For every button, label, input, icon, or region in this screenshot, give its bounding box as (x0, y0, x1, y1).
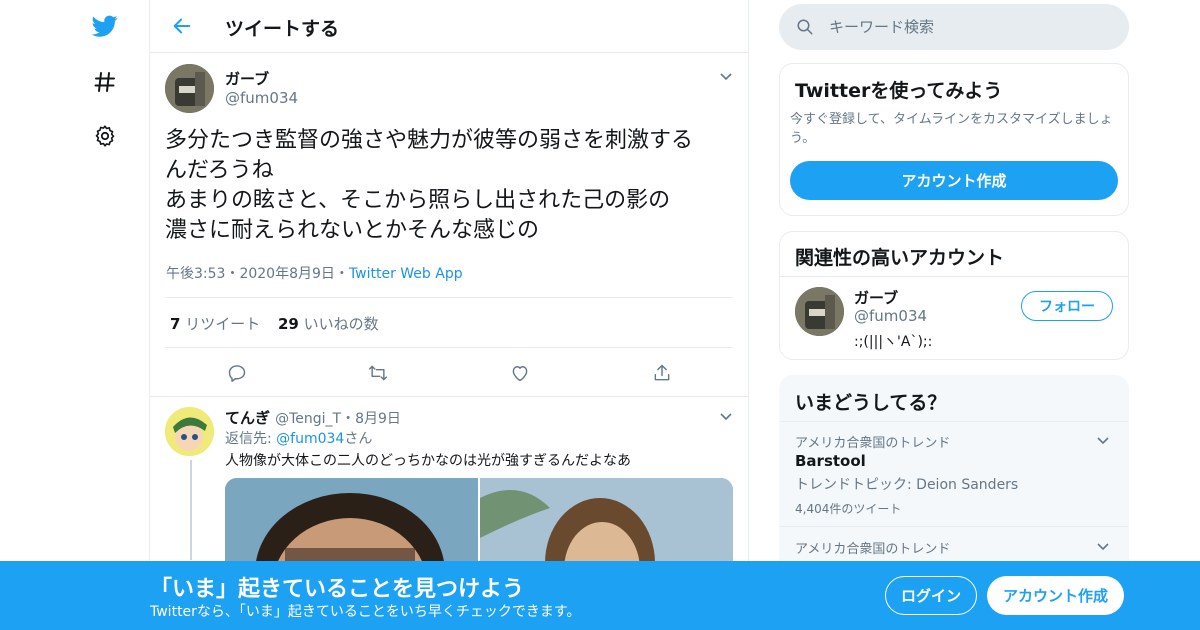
reply-to-handle-link[interactable]: @fum034 (276, 431, 344, 447)
reply-icon[interactable] (224, 360, 250, 386)
retweet-icon[interactable] (365, 360, 391, 386)
like-count-value: 29 (278, 315, 299, 333)
related-account-bio: :;(|||ヽ'A`);: (854, 334, 933, 350)
banner-signup-button[interactable]: アカウント作成 (987, 576, 1124, 615)
related-card-title: 関連性の高いアカウント (795, 247, 1005, 269)
separator-dot: ・ (334, 266, 349, 282)
search-input[interactable] (829, 4, 1109, 50)
signup-banner: 「いま」起きていることを見つけよう Twitterなら、「いま」起きていることを… (0, 561, 1200, 630)
search-icon (796, 18, 814, 36)
tweet-stats: 7 リツイート 29 いいねの数 (165, 297, 733, 348)
signup-card-description: 今すぐ登録して、タイムラインをカスタマイズしましょ う。 (790, 110, 1113, 148)
tweet-text: 多分たつき監督の強さや魅力が彼等の弱さを刺激する んだろうね あまりの眩さと、そ… (165, 126, 740, 246)
reply-avatar[interactable] (165, 407, 214, 456)
reply-text: 人物像が大体この二人のどっちかなのは光が強すぎるんだよなあ (225, 453, 631, 469)
tweet-author-name[interactable]: ガーブ (225, 68, 269, 89)
tweet-author-handle[interactable]: @fum034 (225, 89, 298, 107)
chevron-down-icon[interactable] (718, 408, 734, 424)
chevron-down-icon[interactable] (1095, 538, 1111, 554)
tweet-date[interactable]: 2020年8月9日 (239, 266, 334, 282)
signup-button[interactable]: アカウント作成 (790, 161, 1118, 200)
page-title: ツイートする (225, 18, 340, 40)
twitter-bird-icon[interactable] (88, 9, 122, 43)
search-bar[interactable] (779, 4, 1129, 50)
tweet-metadata: 午後3:53・2020年8月9日・Twitter Web App (166, 263, 463, 283)
banner-title: 「いま」起きていることを見つけよう (150, 577, 525, 602)
avatar[interactable] (795, 287, 844, 336)
retweet-count-value: 7 (170, 315, 181, 333)
trend-tweet-count: 4,404件のツイート (795, 502, 902, 516)
retweet-count[interactable]: 7 リツイート (170, 313, 260, 334)
chevron-down-icon[interactable] (718, 68, 734, 84)
trend-name: Barstool (795, 452, 866, 470)
reply-to-prefix: 返信先: (225, 431, 277, 447)
signup-card-description-line: 今すぐ登録して、タイムラインをカスタマイズしましょ (790, 112, 1113, 127)
page-header: ツイートする (150, 0, 748, 53)
trends-card-title: いまどうしてる？ (795, 392, 947, 414)
trends-card: いまどうしてる？ アメリカ合衆国のトレンド Barstool トレンドトピック:… (779, 375, 1129, 575)
separator-dot: ・ (225, 266, 240, 282)
reply-header: てんぎ @Tengi_T・8月9日 (225, 407, 401, 428)
heart-icon[interactable] (507, 360, 533, 386)
login-button[interactable]: ログイン (885, 576, 977, 615)
thread-line (190, 460, 192, 560)
left-nav (0, 0, 150, 630)
reply-to-suffix: さん (344, 431, 373, 447)
trend-topic: トレンドトピック: Deion Sanders (795, 477, 1019, 493)
signup-card: Twitterを使ってみよう 今すぐ登録して、タイムラインをカスタマイズしましょ… (779, 63, 1129, 216)
retweet-count-label: リツイート (185, 315, 261, 333)
divider (780, 276, 1128, 277)
tweet-time[interactable]: 午後3:53 (166, 266, 225, 282)
like-count[interactable]: 29 いいねの数 (278, 313, 379, 334)
reply-to: 返信先: @fum034さん (225, 428, 372, 448)
avatar[interactable] (165, 64, 214, 113)
share-icon[interactable] (649, 360, 675, 386)
hashtag-icon[interactable] (88, 65, 122, 99)
signup-card-description-line: う。 (790, 131, 816, 146)
trend-item[interactable]: アメリカ合衆国のトレンド Barstool トレンドトピック: Deion Sa… (780, 422, 1128, 526)
tweet-text-line: 多分たつき監督の強さや魅力が彼等の弱さを刺激する (165, 128, 694, 153)
tweet-text-line: 濃さに耐えられないとかそんな感じの (165, 218, 540, 243)
trend-context: アメリカ合衆国のトレンド (795, 542, 951, 557)
arrow-left-icon[interactable] (168, 12, 196, 40)
related-account-name[interactable]: ガーブ (854, 287, 898, 308)
reply-date[interactable]: ・8月9日 (341, 411, 401, 427)
chevron-down-icon[interactable] (1095, 432, 1111, 448)
tweet-source-link[interactable]: Twitter Web App (349, 266, 463, 282)
reply-author-handle[interactable]: @Tengi_T (275, 411, 341, 427)
like-count-label: いいねの数 (303, 315, 379, 333)
related-account-handle[interactable]: @fum034 (854, 307, 927, 325)
banner-subtitle: Twitterなら、「いま」起きていることをいち早くチェックできます。 (150, 604, 581, 620)
follow-button[interactable]: フォロー (1021, 291, 1113, 321)
gear-icon[interactable] (88, 119, 122, 153)
tweet-text-line: んだろうね (165, 158, 274, 183)
tweet-text-line: あまりの眩さと、そこから照らし出された己の影の (165, 188, 671, 213)
signup-card-title: Twitterを使ってみよう (795, 80, 1003, 102)
main-column: ツイートする ガーブ @fum034 多分たつき監督の強さや魅力が彼等の弱さを刺… (149, 0, 749, 630)
reply-author-name[interactable]: てんぎ (225, 409, 270, 427)
trend-context: アメリカ合衆国のトレンド (795, 436, 951, 451)
related-accounts-card: 関連性の高いアカウント ガーブ @fum034 :;(|||ヽ'A`);: フォ… (779, 231, 1129, 360)
divider (150, 396, 748, 397)
